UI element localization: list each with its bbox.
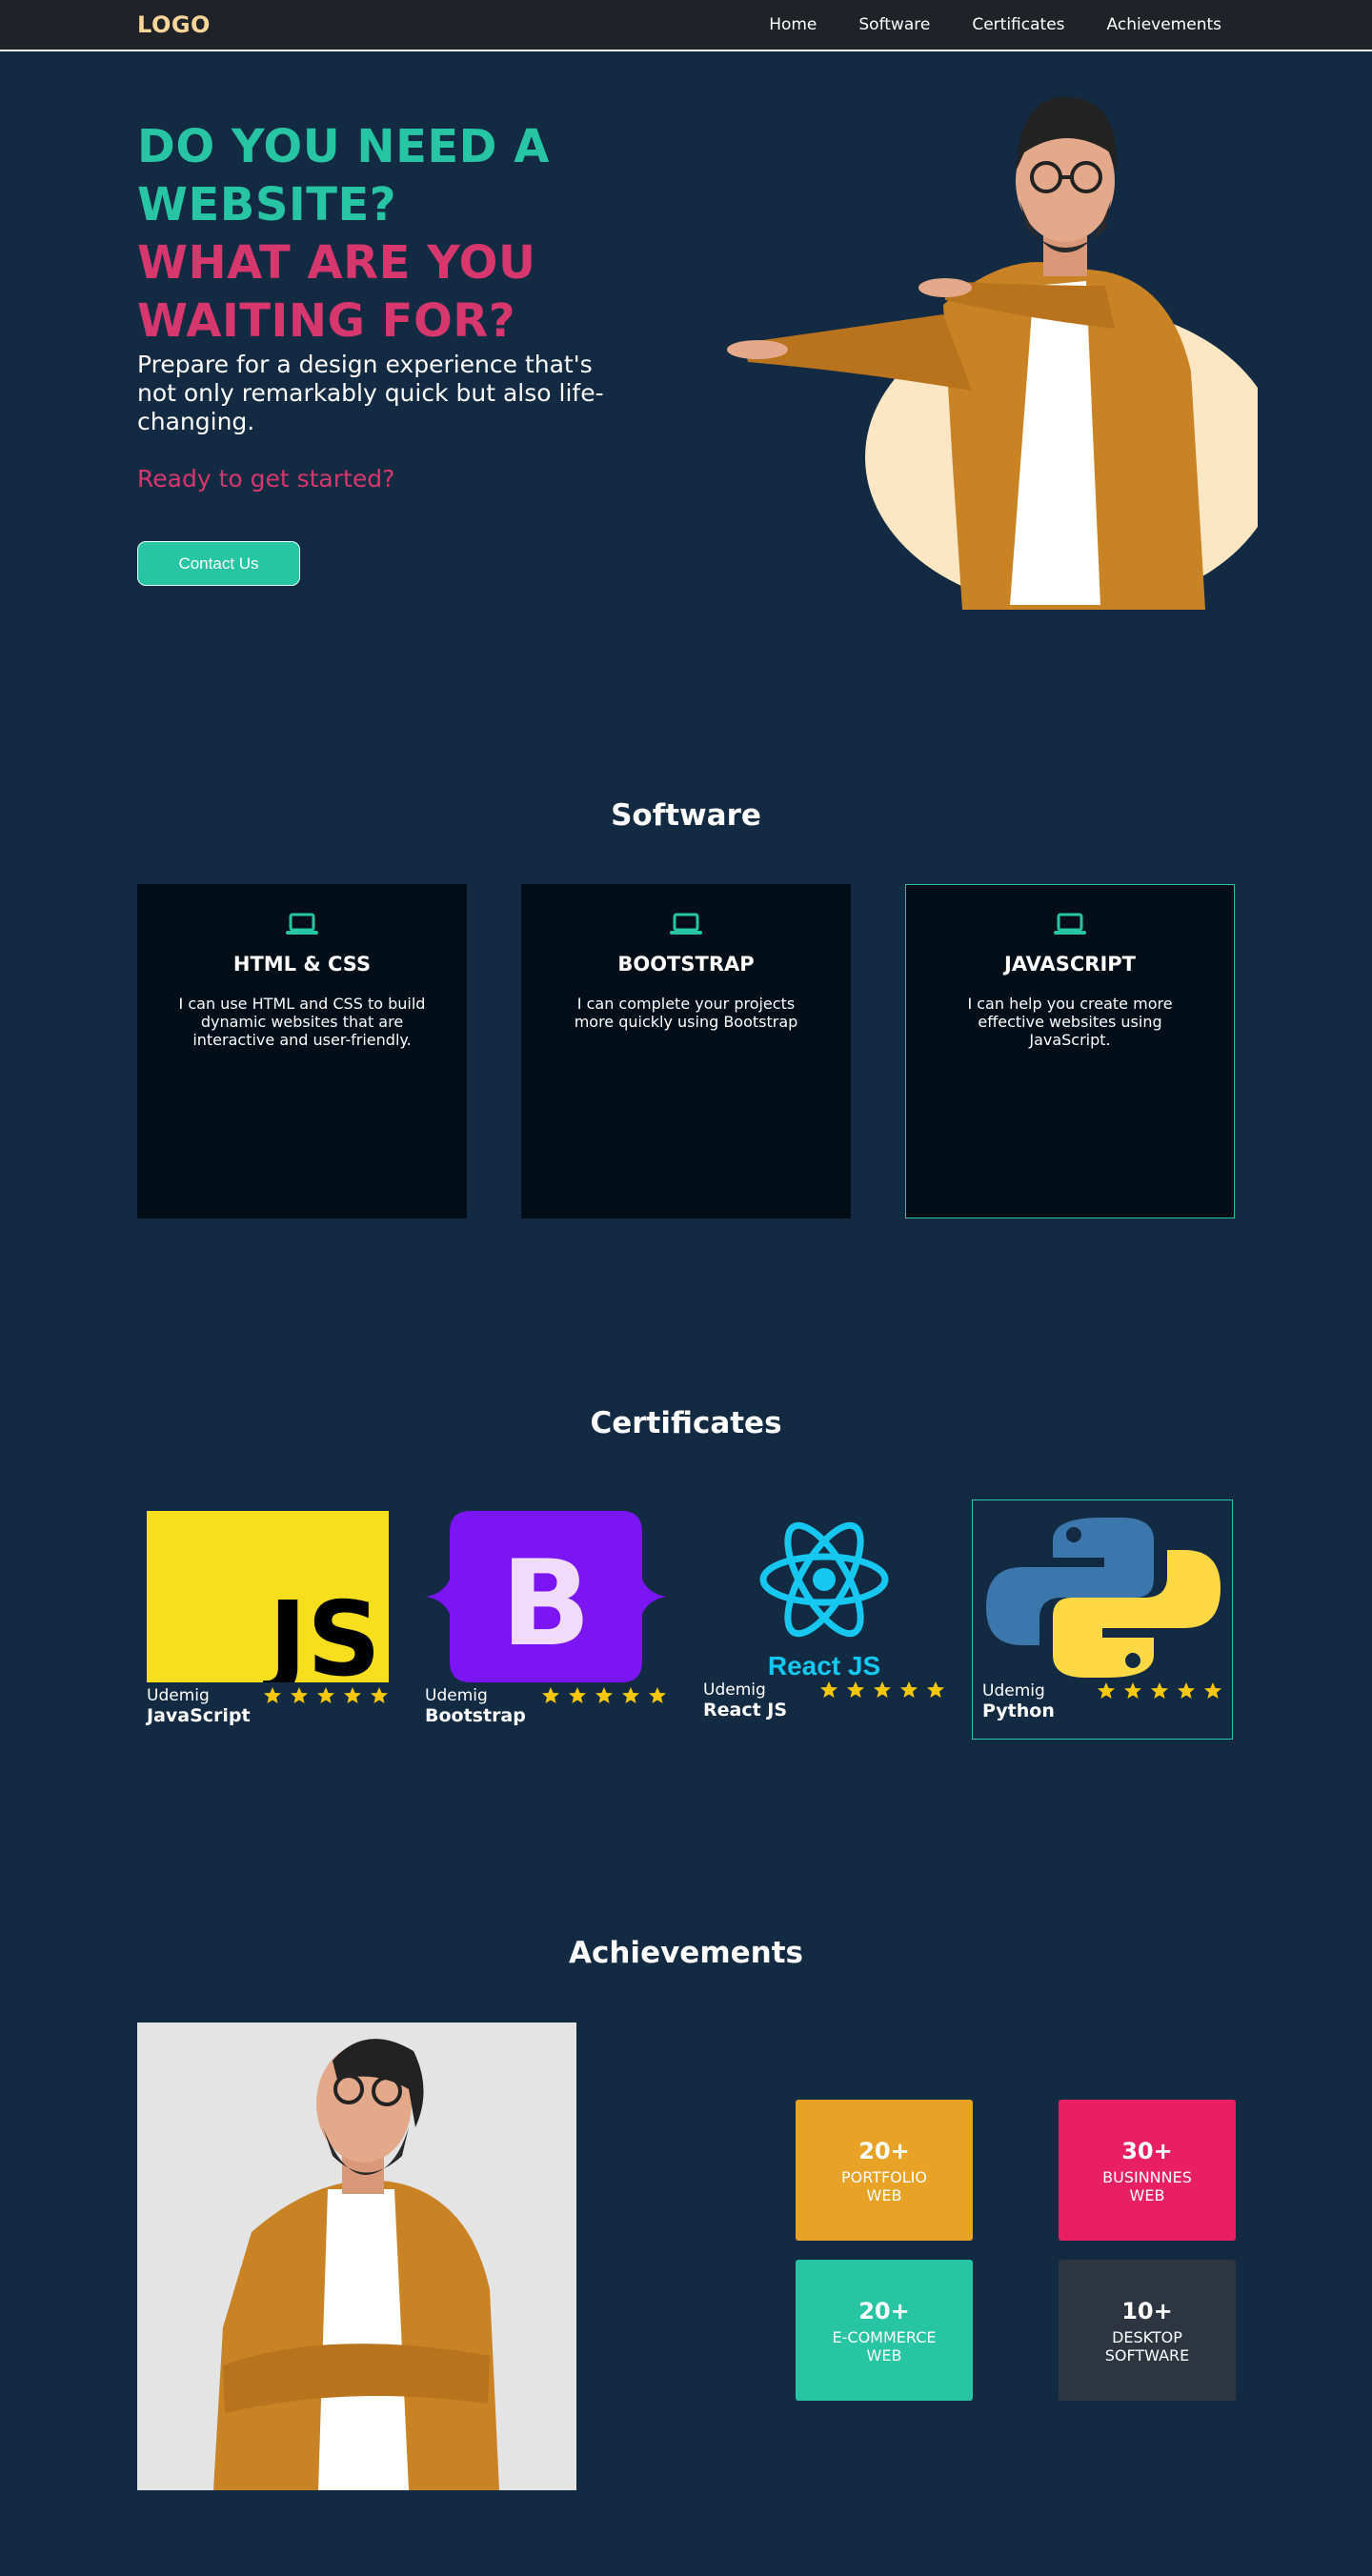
star-icon — [649, 1687, 666, 1703]
certificate-card-react[interactable]: React JS Udemig React JS — [694, 1499, 955, 1740]
stat-number: 30+ — [1121, 2138, 1173, 2164]
stat-label: BUSINNNES WEB — [1102, 2168, 1192, 2204]
bootstrap-logo: B — [425, 1511, 667, 1682]
svg-text:React JS: React JS — [768, 1651, 880, 1680]
certificate-name: Python — [982, 1701, 1055, 1721]
star-icon — [847, 1681, 864, 1698]
rating-stars — [541, 1686, 667, 1705]
react-logo: React JS — [759, 1521, 889, 1680]
star-icon — [1098, 1682, 1115, 1699]
star-icon — [900, 1681, 918, 1698]
software-card-html-css[interactable]: HTML & CSS I can use HTML and CSS to bui… — [137, 884, 467, 1218]
stat-card-desktop: 10+ DESKTOP SOFTWARE — [1059, 2260, 1236, 2401]
nav-links: Home Software Certificates Achievements — [769, 15, 1221, 34]
nav-software[interactable]: Software — [858, 15, 930, 34]
stat-card-ecommerce: 20+ E-COMMERCE WEB — [796, 2260, 973, 2401]
laptop-icon — [286, 913, 318, 935]
software-section-title: Software — [611, 798, 761, 833]
star-icon — [569, 1687, 586, 1703]
star-icon — [820, 1681, 837, 1698]
hero-ready-text: Ready to get started? — [137, 465, 395, 493]
software-card-text: I can use HTML and CSS to build dynamic … — [178, 995, 426, 1049]
rating-stars — [263, 1686, 389, 1705]
star-icon — [1204, 1682, 1221, 1699]
software-card-javascript[interactable]: JAVASCRIPT I can help you create more ef… — [905, 884, 1235, 1218]
certificate-issuer: Udemig — [425, 1686, 488, 1705]
stat-number: 20+ — [858, 2138, 910, 2164]
stat-card-portfolio: 20+ PORTFOLIO WEB — [796, 2100, 973, 2241]
star-icon — [622, 1687, 639, 1703]
navbar: LOGO Home Software Certificates Achievem… — [0, 0, 1372, 51]
stat-number: 20+ — [858, 2298, 910, 2324]
logo[interactable]: LOGO — [137, 11, 211, 38]
nav-home[interactable]: Home — [769, 15, 817, 34]
javascript-logo: JS — [147, 1511, 389, 1682]
certificate-name: React JS — [703, 1700, 788, 1721]
nav-achievements[interactable]: Achievements — [1107, 15, 1221, 34]
star-icon — [927, 1681, 944, 1698]
certificate-name: JavaScript — [147, 1705, 251, 1726]
certificate-card-bootstrap[interactable]: B Udemig Bootstrap — [415, 1499, 676, 1740]
achievements-section-title: Achievements — [569, 1936, 803, 1970]
star-icon — [595, 1687, 613, 1703]
rating-stars — [1097, 1681, 1222, 1701]
laptop-icon — [670, 913, 702, 935]
laptop-icon — [1054, 913, 1086, 935]
software-card-text: I can complete your projects more quickl… — [574, 995, 798, 1031]
svg-text:B: B — [501, 1536, 592, 1673]
hero-title-line1: DO YOU NEED A WEBSITE? — [137, 120, 550, 231]
certificate-card-python[interactable]: Udemig Python — [972, 1499, 1233, 1740]
certificate-card-javascript[interactable]: JS Udemig JavaScript — [137, 1499, 398, 1740]
star-icon — [344, 1687, 361, 1703]
star-icon — [1178, 1682, 1195, 1699]
hero-person-image — [727, 96, 1258, 610]
stat-label: DESKTOP SOFTWARE — [1104, 2328, 1190, 2365]
star-icon — [317, 1687, 334, 1703]
stat-label: E-COMMERCE WEB — [832, 2328, 937, 2365]
software-card-title: HTML & CSS — [232, 953, 372, 976]
star-icon — [264, 1687, 281, 1703]
hero-title: DO YOU NEED A WEBSITE? WHAT ARE YOU WAIT… — [137, 118, 671, 351]
stat-card-business: 30+ BUSINNNES WEB — [1059, 2100, 1236, 2241]
star-icon — [1151, 1682, 1168, 1699]
stat-number: 10+ — [1121, 2298, 1173, 2324]
hero-subtitle: Prepare for a design experience that's n… — [137, 351, 604, 435]
certificate-issuer: Udemig — [703, 1680, 766, 1700]
certificate-issuer: Udemig — [147, 1686, 210, 1705]
software-card-title: BOOTSTRAP — [617, 953, 755, 976]
stat-label: PORTFOLIO WEB — [841, 2168, 927, 2204]
achievements-person-image — [137, 2023, 576, 2490]
python-logo — [986, 1518, 1221, 1678]
certificate-name: Bootstrap — [425, 1705, 526, 1726]
nav-certificates[interactable]: Certificates — [972, 15, 1064, 34]
certificate-issuer: Udemig — [982, 1681, 1045, 1701]
star-icon — [371, 1687, 388, 1703]
software-card-title: JAVASCRIPT — [1004, 953, 1136, 976]
software-card-bootstrap[interactable]: BOOTSTRAP I can complete your projects m… — [521, 884, 851, 1218]
star-icon — [542, 1687, 559, 1703]
star-icon — [291, 1687, 308, 1703]
rating-stars — [819, 1680, 945, 1700]
certificates-section-title: Certificates — [590, 1406, 782, 1440]
star-icon — [1124, 1682, 1141, 1699]
star-icon — [874, 1681, 891, 1698]
hero-title-line2: WHAT ARE YOU WAITING FOR? — [137, 236, 536, 348]
contact-us-button[interactable]: Contact Us — [137, 541, 300, 586]
software-card-text: I can help you create more effective web… — [967, 995, 1173, 1049]
svg-text:JS: JS — [262, 1580, 381, 1682]
